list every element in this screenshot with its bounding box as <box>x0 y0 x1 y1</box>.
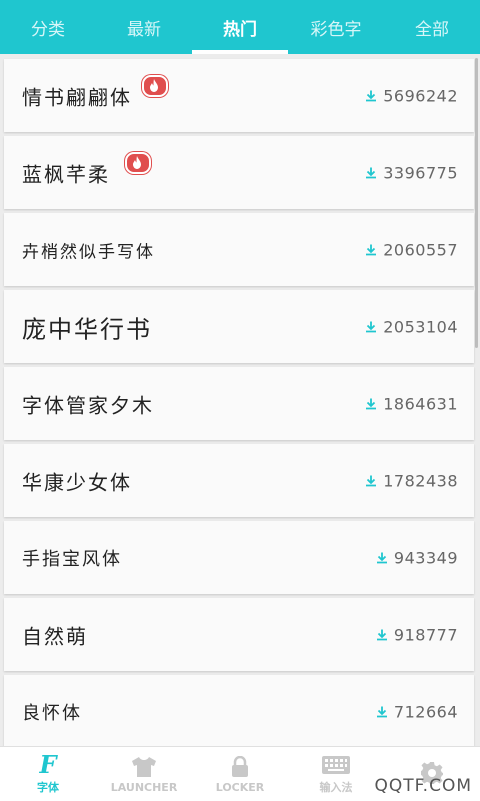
nav-label: 字体 <box>37 781 59 794</box>
download-icon <box>366 167 377 179</box>
download-count-value: 918777 <box>393 625 458 644</box>
font-name: 庞中华行书 <box>22 315 152 343</box>
download-icon <box>366 90 377 102</box>
download-count: 943349 <box>376 548 458 567</box>
download-icon <box>366 475 377 487</box>
font-item[interactable]: 良怀体 712664 <box>4 675 474 746</box>
nav-locker[interactable]: LOCKER <box>192 747 288 801</box>
download-count-value: 2060557 <box>383 240 458 259</box>
download-count: 3396775 <box>365 163 458 182</box>
tab-label: 分类 <box>31 19 65 40</box>
nav-label: LOCKER <box>215 780 265 794</box>
scrollbar[interactable] <box>475 58 478 348</box>
font-name: 卉梢然似手写体 <box>22 242 155 262</box>
tab-label: 热门 <box>223 19 257 40</box>
hot-badge <box>125 152 151 174</box>
font-name: 良怀体 <box>22 702 82 724</box>
nav-fonts[interactable]: F 字体 <box>0 747 96 801</box>
hot-badge <box>142 75 168 97</box>
font-f-icon: F <box>39 750 57 779</box>
download-count-value: 1782438 <box>383 471 458 490</box>
watermark: QQTF.COM <box>374 776 472 796</box>
font-name: 情书翩翩体 <box>22 85 132 109</box>
font-list[interactable]: 情书翩翩体 5696242 蓝枫芊柔 3396775 卉梢然似手写体 20605… <box>0 54 480 746</box>
tab-label: 最新 <box>127 19 161 40</box>
download-count-value: 5696242 <box>383 86 458 105</box>
font-name: 自然萌 <box>22 624 88 648</box>
font-item[interactable]: 蓝枫芊柔 3396775 <box>4 136 474 209</box>
download-icon <box>366 244 377 256</box>
download-icon <box>366 321 377 333</box>
tab-hot[interactable]: 热门 <box>192 0 288 54</box>
font-name: 蓝枫芊柔 <box>22 162 110 186</box>
tab-label: 全部 <box>415 19 449 40</box>
download-count-value: 3396775 <box>383 163 458 182</box>
download-count: 712664 <box>376 702 458 721</box>
keyboard-icon <box>322 753 350 777</box>
download-count: 2053104 <box>365 317 458 336</box>
font-item[interactable]: 卉梢然似手写体 2060557 <box>4 213 474 286</box>
tab-category[interactable]: 分类 <box>0 0 96 54</box>
download-count-value: 2053104 <box>383 317 458 336</box>
download-count: 2060557 <box>365 240 458 259</box>
download-count: 5696242 <box>365 86 458 105</box>
nav-input-method[interactable]: 输入法 <box>288 747 384 801</box>
tab-latest[interactable]: 最新 <box>96 0 192 54</box>
font-item[interactable]: 华康少女体 1782438 <box>4 444 474 517</box>
download-count: 1864631 <box>365 394 458 413</box>
font-item[interactable]: 字体管家夕木 1864631 <box>4 367 474 440</box>
download-count-value: 712664 <box>393 702 458 721</box>
download-icon <box>376 629 387 641</box>
download-count: 918777 <box>376 625 458 644</box>
font-item[interactable]: 情书翩翩体 5696242 <box>4 59 474 132</box>
font-name: 字体管家夕木 <box>22 393 154 417</box>
nav-label: LAUNCHER <box>110 780 178 794</box>
download-count: 1782438 <box>365 471 458 490</box>
download-icon <box>376 552 387 564</box>
download-count-value: 1864631 <box>383 394 458 413</box>
download-icon <box>366 398 377 410</box>
font-name: 华康少女体 <box>22 470 132 494</box>
lock-icon <box>231 755 249 779</box>
shirt-icon <box>131 755 157 779</box>
tab-color-fonts[interactable]: 彩色字 <box>288 0 384 54</box>
flame-icon <box>150 79 158 92</box>
tab-all[interactable]: 全部 <box>384 0 480 54</box>
font-item[interactable]: 自然萌 918777 <box>4 598 474 671</box>
font-item[interactable]: 庞中华行书 2053104 <box>4 290 474 363</box>
top-tab-bar: 分类 最新 热门 彩色字 全部 <box>0 0 480 54</box>
nav-launcher[interactable]: LAUNCHER <box>96 747 192 801</box>
font-item[interactable]: 手指宝风体 943349 <box>4 521 474 594</box>
font-name: 手指宝风体 <box>22 548 122 570</box>
download-count-value: 943349 <box>393 548 458 567</box>
nav-label: 输入法 <box>319 781 353 794</box>
flame-icon <box>133 156 141 169</box>
tab-label: 彩色字 <box>310 19 362 40</box>
download-icon <box>376 706 387 718</box>
